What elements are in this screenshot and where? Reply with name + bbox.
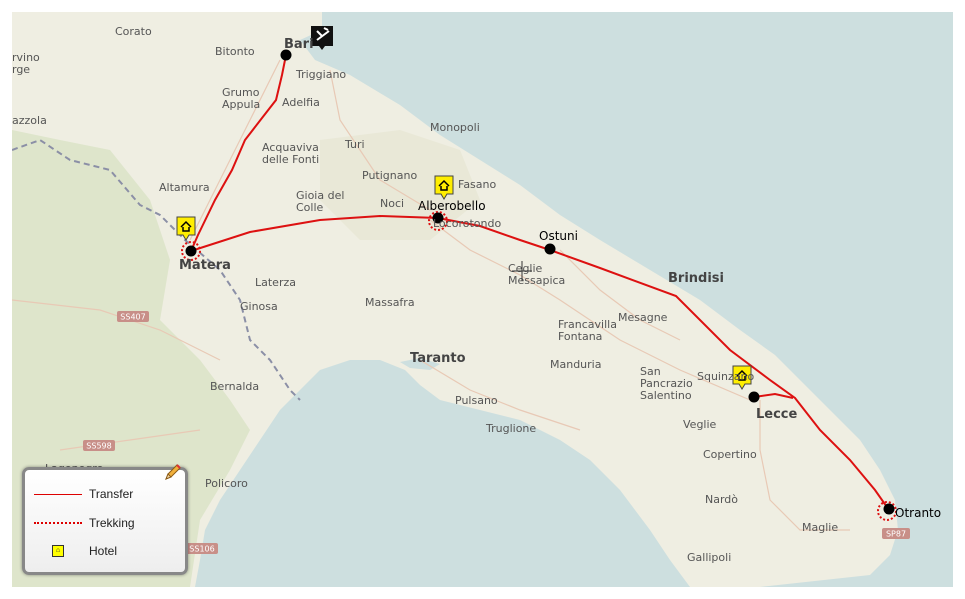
label-alberobello: Alberobello (418, 199, 486, 213)
label-truglione: Truglione (485, 422, 536, 435)
stop-marker-otranto[interactable] (883, 503, 895, 515)
label-adelfia: Adelfia (282, 96, 320, 109)
label-squinzano: Squinzano (697, 370, 754, 383)
svg-text:SS106: SS106 (189, 545, 214, 554)
label-grumo: Grumo Appula (222, 86, 260, 111)
label-acquaviva: Acquaviva delle Fonti (262, 141, 319, 166)
label-gallipoli: Gallipoli (687, 551, 731, 564)
label-pulsano: Pulsano (455, 394, 498, 407)
label-ostuni: Ostuni (539, 229, 578, 243)
stop-marker-lecce[interactable] (748, 391, 760, 403)
legend-row-trekking: Trekking (33, 513, 135, 533)
road-shield-sp87: SP87 (882, 528, 910, 539)
label-otranto: Otranto (895, 506, 941, 520)
label-nardo: Nardò (705, 493, 738, 506)
map-legend: Transfer Trekking ⌂ Hotel (22, 467, 188, 575)
svg-text:SP87: SP87 (886, 530, 906, 539)
label-matera: Matera (179, 258, 231, 273)
label-putignano: Putignano (362, 169, 417, 182)
road-shield-ss598: SS598 (83, 440, 115, 451)
label-bernalda: Bernalda (210, 380, 259, 393)
svg-text:SS598: SS598 (86, 442, 111, 451)
label-corato: Corato (115, 25, 152, 38)
label-turi: Turi (344, 138, 365, 151)
legend-row-transfer: Transfer (33, 484, 133, 504)
pencil-icon[interactable] (162, 462, 182, 482)
legend-label-trekking: Trekking (89, 516, 135, 530)
label-mesagne: Mesagne (618, 311, 668, 324)
label-bari: Bari (284, 37, 314, 52)
label-lecce: Lecce (756, 407, 798, 422)
stop-marker-matera[interactable] (185, 245, 197, 257)
label-altamura: Altamura (159, 181, 210, 194)
road-shield-ss407: SS407 (117, 311, 149, 322)
transfer-line-swatch (34, 493, 82, 495)
label-noci: Noci (380, 197, 404, 210)
label-massafra: Massafra (365, 296, 415, 309)
label-maglie: Maglie (802, 521, 838, 534)
road-shield-ss106: SS106 (186, 543, 218, 554)
label-veglie: Veglie (683, 418, 717, 431)
label-policoro: Policoro (205, 477, 248, 490)
legend-row-hotel: ⌂ Hotel (33, 541, 117, 561)
stop-marker-ostuni[interactable] (544, 243, 556, 255)
label-triggiano: Triggiano (295, 68, 346, 81)
label-locorotondo: Locorotondo (433, 217, 501, 230)
label-copertino: Copertino (703, 448, 757, 461)
label-monopoli: Monopoli (430, 121, 480, 134)
label-bitonto: Bitonto (215, 45, 255, 58)
trekking-line-swatch (34, 522, 82, 524)
label-fasano: Fasano (458, 178, 497, 191)
label-taranto: Taranto (410, 351, 466, 366)
label-ginosa: Ginosa (240, 300, 278, 313)
label-azzola: azzola (12, 114, 47, 127)
legend-label-hotel: Hotel (89, 544, 118, 558)
svg-text:SS407: SS407 (120, 313, 145, 322)
legend-label-transfer: Transfer (89, 487, 134, 501)
hotel-icon: ⌂ (52, 545, 64, 557)
label-laterza: Laterza (255, 276, 296, 289)
label-brindisi: Brindisi (668, 271, 724, 286)
label-manduria: Manduria (550, 358, 601, 371)
